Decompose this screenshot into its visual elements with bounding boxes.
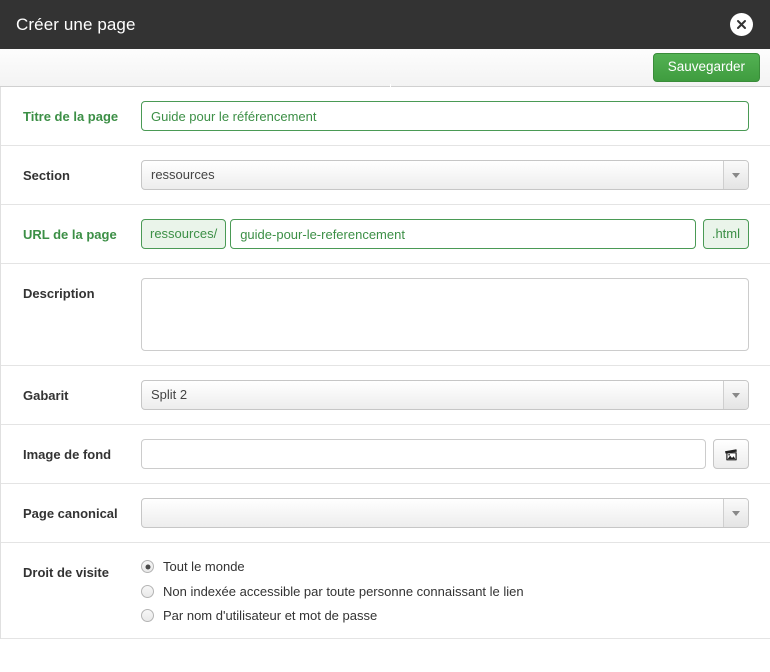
chevron-down-icon (732, 510, 740, 516)
chevron-down-icon (732, 172, 740, 178)
picture-icon (723, 447, 740, 462)
save-button[interactable]: Sauvegarder (652, 53, 760, 82)
label-url: URL de la page (23, 227, 117, 242)
form-row-template: Gabarit Split 2 (1, 366, 770, 425)
pick-image-button[interactable] (713, 439, 749, 469)
url-slug-input[interactable] (230, 219, 696, 249)
form-row-background-image: Image de fond (1, 425, 770, 484)
url-suffix-addon: .html (702, 219, 749, 249)
description-textarea[interactable] (141, 278, 749, 351)
template-select-value: Split 2 (151, 387, 188, 402)
url-prefix-addon: ressources/ (141, 219, 227, 249)
form-row-canonical: Page canonical (1, 484, 770, 543)
close-icon (735, 18, 748, 31)
form-row-url: URL de la page ressources/ .html (1, 205, 770, 264)
create-page-modal: Créer une page Sauvegarder Titre de la p… (0, 0, 770, 672)
canonical-select-arrow[interactable] (723, 499, 748, 527)
label-title: Titre de la page (23, 109, 119, 124)
modal-header: Créer une page (0, 0, 770, 49)
radio-option-unindexed-link[interactable]: Non indexée accessible par toute personn… (141, 584, 749, 600)
radio-icon (141, 609, 154, 623)
section-select-arrow[interactable] (723, 161, 748, 189)
background-image-input[interactable] (141, 439, 706, 469)
toolbar: Sauvegarder (0, 49, 770, 87)
field-section: ressources (141, 160, 770, 190)
section-select[interactable]: ressources (141, 160, 749, 190)
form-body: Titre de la page Section ressources URL … (0, 87, 770, 639)
form-row-visibility: Droit de visite Tout le monde Non indexé… (1, 543, 770, 639)
field-background-image (141, 439, 770, 469)
template-select[interactable]: Split 2 (141, 380, 749, 410)
radio-label: Tout le monde (163, 559, 245, 574)
chevron-down-icon (732, 392, 740, 398)
field-visibility: Tout le monde Non indexée accessible par… (141, 557, 770, 624)
field-title (141, 101, 770, 131)
label-canonical: Page canonical (23, 506, 118, 521)
radio-label: Non indexée accessible par toute personn… (163, 583, 524, 599)
radio-icon (141, 584, 154, 598)
label-background-image: Image de fond (23, 447, 112, 462)
url-input-group: ressources/ .html (141, 219, 749, 249)
radio-icon (141, 560, 154, 574)
field-template: Split 2 (141, 380, 770, 410)
label-description: Description (23, 286, 95, 301)
page-title-input[interactable] (141, 101, 749, 131)
radio-label: Par nom d'utilisateur et mot de passe (163, 608, 378, 624)
template-select-arrow[interactable] (723, 381, 748, 409)
page-title: Créer une page (16, 15, 136, 34)
field-canonical (141, 498, 770, 528)
form-row-section: Section ressources (1, 146, 770, 205)
close-button[interactable] (730, 13, 753, 36)
label-visibility: Droit de visite (23, 565, 109, 580)
radio-option-username-password[interactable]: Par nom d'utilisateur et mot de passe (141, 608, 749, 624)
radio-option-everyone[interactable]: Tout le monde (141, 559, 749, 575)
url-input-wrap (230, 219, 696, 249)
field-description (141, 278, 770, 351)
visibility-radio-group: Tout le monde Non indexée accessible par… (141, 557, 749, 624)
canonical-select[interactable] (141, 498, 749, 528)
form-row-description: Description (1, 264, 770, 366)
field-url: ressources/ .html (141, 219, 770, 249)
section-select-value: ressources (151, 167, 215, 182)
background-image-group (141, 439, 749, 469)
form-row-title: Titre de la page (1, 87, 770, 146)
label-section: Section (23, 168, 70, 183)
toolbar-divider-notch (390, 84, 391, 87)
label-template: Gabarit (23, 388, 69, 403)
